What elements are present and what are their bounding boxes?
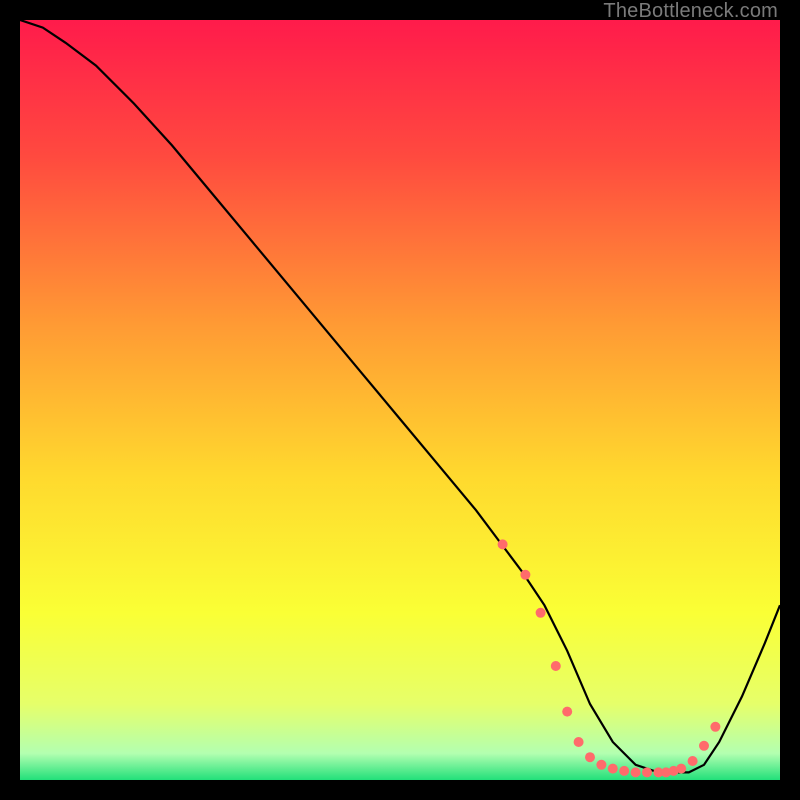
- highlight-dot: [676, 764, 686, 774]
- chart-frame: [20, 20, 780, 780]
- highlight-dot: [551, 661, 561, 671]
- watermark-label: TheBottleneck.com: [603, 0, 778, 23]
- bottleneck-chart: [20, 20, 780, 780]
- chart-background: [20, 20, 780, 780]
- highlight-dot: [631, 767, 641, 777]
- highlight-dot: [710, 722, 720, 732]
- highlight-dot: [536, 608, 546, 618]
- highlight-dot: [520, 570, 530, 580]
- highlight-dot: [596, 760, 606, 770]
- highlight-dot: [608, 764, 618, 774]
- highlight-dot: [642, 767, 652, 777]
- highlight-dot: [619, 766, 629, 776]
- highlight-dot: [498, 539, 508, 549]
- highlight-dot: [562, 707, 572, 717]
- highlight-dot: [699, 741, 709, 751]
- highlight-dot: [585, 752, 595, 762]
- highlight-dot: [574, 737, 584, 747]
- highlight-dot: [688, 756, 698, 766]
